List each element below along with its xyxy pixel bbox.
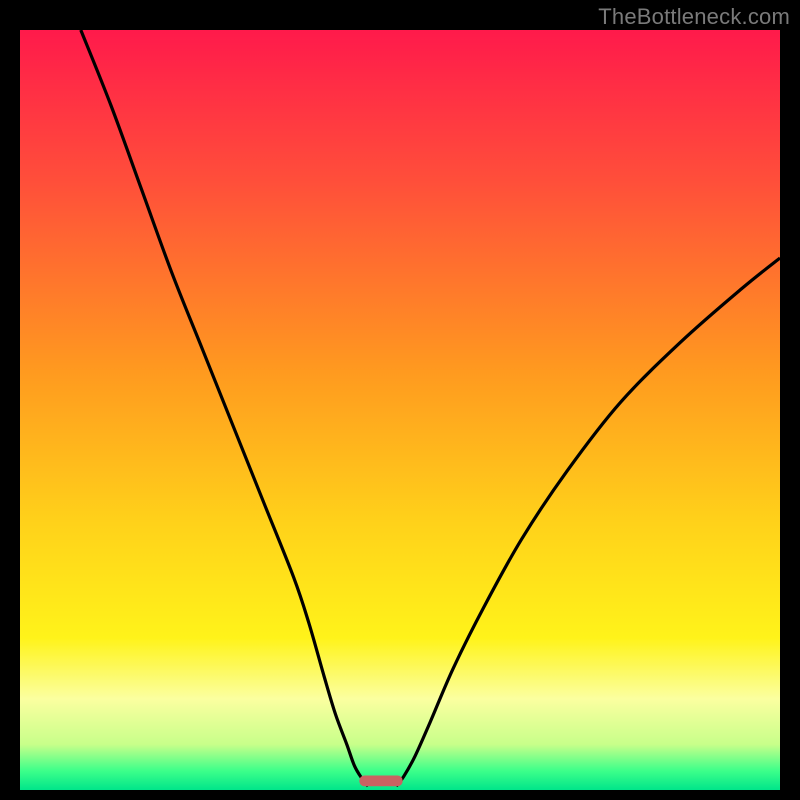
gradient-background [20, 30, 780, 790]
minimum-marker [359, 776, 402, 787]
watermark-text: TheBottleneck.com [598, 4, 790, 30]
chart-frame [20, 30, 780, 790]
bottleneck-plot [20, 30, 780, 790]
